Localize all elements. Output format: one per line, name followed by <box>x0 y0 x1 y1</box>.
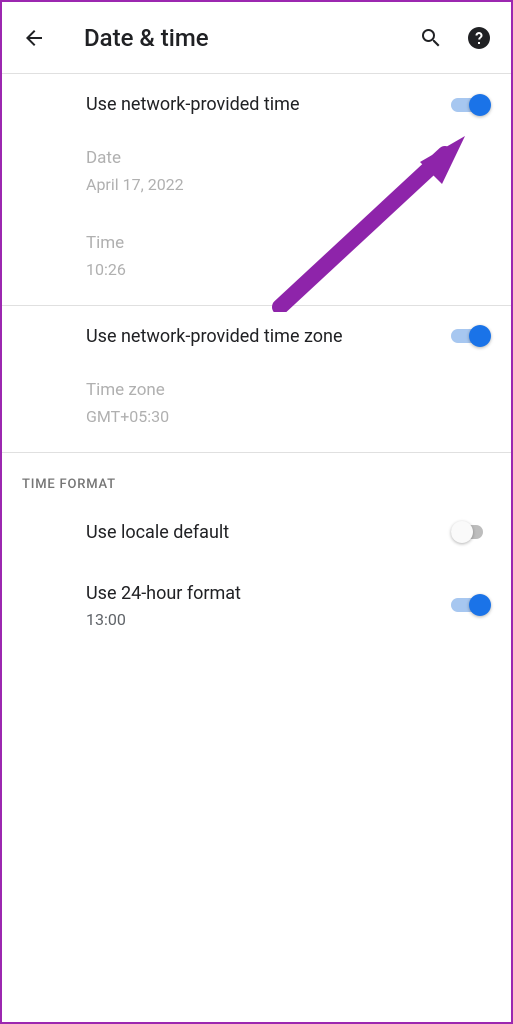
network-time-row[interactable]: Use network-provided time <box>2 74 511 135</box>
locale-default-toggle[interactable] <box>451 521 491 543</box>
timezone-row: Time zone GMT+05:30 <box>2 367 511 452</box>
network-timezone-row[interactable]: Use network-provided time zone <box>2 306 511 367</box>
use-24hour-label: Use 24-hour format <box>86 581 241 606</box>
time-format-header: TIME FORMAT <box>2 453 511 502</box>
timezone-label: Time zone <box>86 379 491 403</box>
use-24hour-text: Use 24-hour format 13:00 <box>86 581 241 629</box>
use-24hour-toggle[interactable] <box>451 594 491 616</box>
page-title: Date & time <box>84 24 419 52</box>
help-icon[interactable] <box>467 26 491 50</box>
locale-default-row[interactable]: Use locale default <box>2 502 511 563</box>
date-row: Date April 17, 2022 <box>2 135 511 220</box>
network-timezone-toggle[interactable] <box>451 325 491 347</box>
time-label: Time <box>86 232 491 256</box>
use-24hour-sublabel: 13:00 <box>86 610 241 629</box>
app-header: Date & time <box>2 2 511 74</box>
network-time-toggle[interactable] <box>451 94 491 116</box>
time-row: Time 10:26 <box>2 220 511 305</box>
network-timezone-label: Use network-provided time zone <box>86 324 343 349</box>
time-format-section: TIME FORMAT Use locale default Use 24-ho… <box>2 453 511 647</box>
search-icon[interactable] <box>419 26 443 50</box>
use-24hour-row[interactable]: Use 24-hour format 13:00 <box>2 563 511 647</box>
settings-content: Use network-provided time Date April 17,… <box>2 74 511 647</box>
timezone-section: Use network-provided time zone Time zone… <box>2 306 511 453</box>
time-section: Use network-provided time Date April 17,… <box>2 74 511 306</box>
timezone-value: GMT+05:30 <box>86 407 491 426</box>
network-time-label: Use network-provided time <box>86 92 300 117</box>
date-value: April 17, 2022 <box>86 175 491 194</box>
locale-default-label: Use locale default <box>86 520 229 545</box>
back-icon[interactable] <box>22 26 46 50</box>
time-value: 10:26 <box>86 260 491 279</box>
date-label: Date <box>86 147 491 171</box>
header-actions <box>419 26 491 50</box>
